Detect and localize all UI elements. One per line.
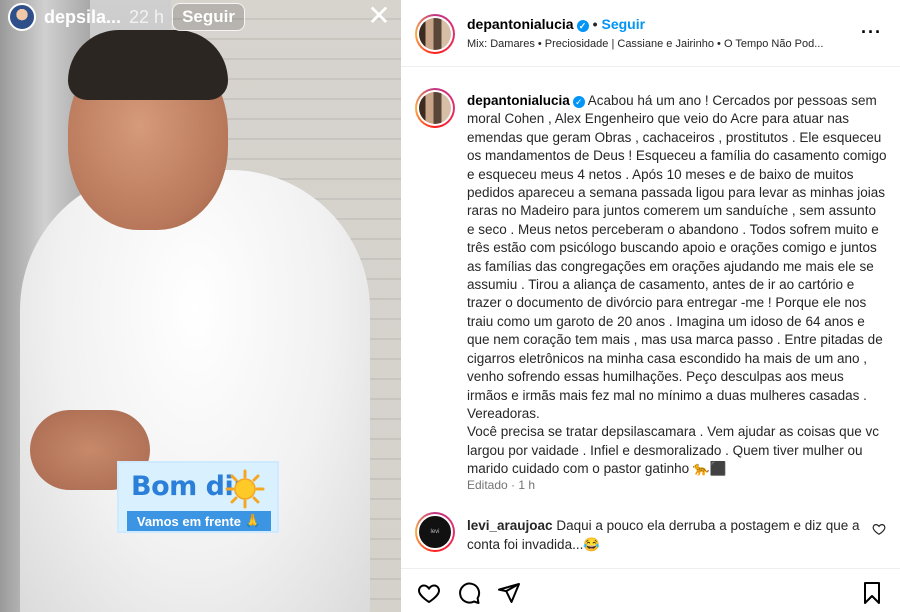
post-avatar[interactable] — [415, 14, 455, 54]
story-media[interactable]: depsila... 22 h Seguir ✕ Bom dia Vamos e… — [0, 0, 401, 612]
post-music[interactable]: Mix: Damares • Preciosidade | Cassiane e… — [467, 38, 847, 50]
post-panel: depantonialucia ✓ • Seguir Mix: Damares • P… — [401, 0, 900, 612]
story-follow-button[interactable]: Seguir — [172, 3, 245, 31]
more-options-icon[interactable]: ··· — [861, 22, 882, 43]
comment-item: levi levi_araujoac Daqui a pouco ela der… — [401, 508, 900, 568]
story-avatar[interactable] — [8, 3, 36, 31]
sticker-subtitle-bar: Vamos em frente 🙏 — [127, 511, 271, 531]
close-icon[interactable]: ✕ — [365, 2, 393, 30]
story-time: 22 h — [129, 6, 165, 27]
comment-like-icon[interactable] — [872, 522, 886, 536]
praying-hands-icon: 🙏 — [244, 513, 262, 528]
verified-icon: ✓ — [576, 20, 589, 32]
post-header: depantonialucia ✓ • Seguir Mix: Damares • P… — [401, 0, 900, 67]
caption-username[interactable]: depantonialucia — [467, 93, 570, 108]
action-bar — [401, 568, 900, 612]
caption-edited: Editado · 1 h — [467, 478, 536, 492]
story-header: depsila... 22 h Seguir — [8, 3, 393, 31]
comment-icon[interactable] — [457, 581, 481, 605]
story-username[interactable]: depsila... — [44, 7, 121, 28]
caption-text: Acabou há um ano ! Cercados por pessoas … — [467, 93, 887, 477]
comment-username[interactable]: levi_araujoac — [467, 518, 553, 533]
caption: depantonialucia ✓ Acabou há um ano ! Cerc… — [467, 92, 887, 479]
share-icon[interactable] — [497, 581, 521, 605]
sun-icon — [225, 469, 265, 509]
person-shirt — [20, 170, 370, 612]
caption-area: depantonialucia ✓ Acabou há um ano ! Cerc… — [401, 68, 900, 508]
heart-icon[interactable] — [417, 581, 441, 605]
person-hair — [68, 30, 228, 100]
post-follow-button[interactable]: Seguir — [601, 16, 645, 32]
comment-text-block: levi_araujoac Daqui a pouco ela derruba … — [467, 516, 862, 554]
bookmark-icon[interactable] — [860, 581, 884, 605]
verified-icon: ✓ — [572, 96, 585, 108]
comment-avatar[interactable]: levi — [415, 512, 455, 552]
caption-avatar[interactable] — [415, 88, 455, 128]
good-morning-sticker: Bom dia Vamos em frente 🙏 — [117, 461, 279, 533]
post-header-user-line: depantonialucia ✓ • Seguir — [467, 16, 646, 32]
post-username[interactable]: depantonialucia — [467, 16, 574, 32]
sticker-subtitle: Vamos em frente — [136, 513, 241, 529]
